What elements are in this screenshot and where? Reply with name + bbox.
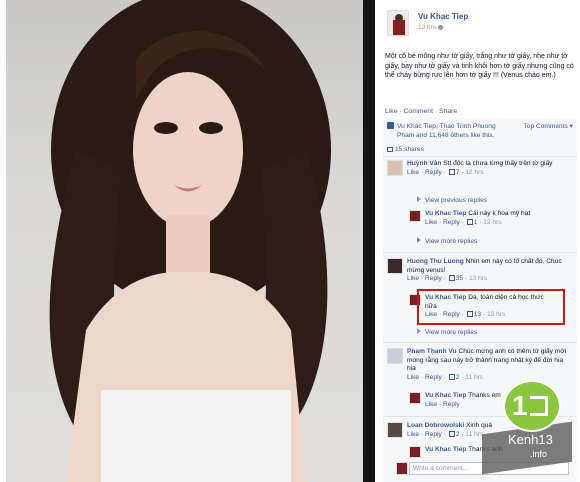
comment-text: Cái này k hoa mỹ hạt xyxy=(468,210,531,217)
write-comment-placeholder: Write a comment... xyxy=(413,465,469,472)
view-more-replies[interactable]: View more replies xyxy=(417,237,477,245)
comment-text: Thanks em xyxy=(468,392,501,399)
reply-arrow-icon xyxy=(417,237,421,243)
comment-time[interactable]: 12 hrs xyxy=(465,169,483,176)
watermark-logo-mark xyxy=(530,396,548,416)
post-actions: Like · Comment · Share xyxy=(385,108,458,115)
comment-reply-link[interactable]: Reply xyxy=(443,219,460,226)
comment-time[interactable]: 11 hrs xyxy=(465,374,483,381)
commenter-name[interactable]: Pham Thanh Vu xyxy=(407,348,457,355)
divider xyxy=(383,342,577,343)
commenter-avatar[interactable] xyxy=(387,160,403,176)
shares-text: 15 shares xyxy=(395,146,424,153)
woman-portrait-image xyxy=(49,0,331,482)
comment-like-link[interactable]: Like xyxy=(407,275,419,282)
commenter-name[interactable]: Huong Thu Luong xyxy=(407,258,464,265)
like-count: 1 xyxy=(473,218,478,226)
like-count-icon xyxy=(466,218,473,225)
like-count-icon xyxy=(448,275,455,282)
commenter-avatar[interactable] xyxy=(387,348,403,364)
share-link[interactable]: Share xyxy=(439,108,457,115)
commenter-name[interactable]: Huỳnh Vân xyxy=(407,160,441,167)
author-photo-icon xyxy=(388,11,408,35)
comment-text: Stt độc lạ chưa từng thấy trên tờ giấy xyxy=(443,160,553,167)
commenter-avatar[interactable] xyxy=(387,422,403,438)
commenter-name[interactable]: Vu Khac Tiep xyxy=(425,446,466,453)
screenshot: Vu Khac Tiep 13 hrs Một cô bé mông như t… xyxy=(0,0,580,482)
comment-like-link[interactable]: Like xyxy=(407,431,419,438)
comment-meta: Like · Reply xyxy=(425,400,460,408)
comment-like-link[interactable]: Like xyxy=(425,401,437,408)
view-more-text: View more replies xyxy=(425,329,478,336)
like-count-icon xyxy=(448,373,455,380)
watermark-logo-glyph: 1 xyxy=(512,390,528,421)
comment-time[interactable]: 12 hrs xyxy=(483,219,501,226)
comment-time[interactable]: 11 hrs xyxy=(465,431,483,438)
like-count-icon xyxy=(448,430,455,437)
divider xyxy=(383,252,577,253)
photo-divider xyxy=(363,0,375,482)
comment-text: Xinh quá xyxy=(466,422,493,429)
comment-meta: Like · Reply · 1 · 12 hrs xyxy=(425,218,502,226)
commenter-avatar[interactable] xyxy=(409,446,421,458)
current-user-avatar xyxy=(396,462,408,475)
divider xyxy=(383,156,577,157)
comment-like-link[interactable]: Like xyxy=(425,219,437,226)
privacy-globe-icon xyxy=(438,24,444,30)
comment-link[interactable]: Comment xyxy=(404,108,433,115)
comment-meta: Like · Reply · 35 · 13 hrs xyxy=(407,275,488,283)
shares-link[interactable]: 15 shares xyxy=(387,146,424,153)
like-link[interactable]: Like xyxy=(385,108,397,115)
share-icon xyxy=(387,147,393,152)
like-count: 2 xyxy=(455,373,460,381)
like-count: 7 xyxy=(455,168,460,176)
view-more-replies[interactable]: View more replies xyxy=(417,328,477,336)
like-count: 2 xyxy=(455,430,460,438)
comment-meta: Like · Reply · 2 · 11 hrs xyxy=(407,373,484,381)
view-previous-replies[interactable]: View previous replies xyxy=(417,196,487,204)
comment-reply-link[interactable]: Reply xyxy=(425,431,442,438)
commenter-avatar[interactable] xyxy=(409,392,421,404)
comment-time[interactable]: 13 hrs xyxy=(469,275,487,282)
highlight-box xyxy=(417,289,565,325)
like-count: 35 xyxy=(455,275,464,283)
like-thumb-icon xyxy=(387,122,394,129)
commenter-avatar[interactable] xyxy=(387,258,403,274)
like-count-icon xyxy=(448,168,455,175)
reply-arrow-icon xyxy=(417,328,421,334)
view-more-text: View more replies xyxy=(425,238,478,245)
commenter-name[interactable]: Vu Khac Tiep xyxy=(425,210,466,217)
watermark-sub: .info xyxy=(530,449,548,459)
top-comments-dropdown[interactable]: Top Comments ▾ xyxy=(524,122,573,130)
comment-like-link[interactable]: Like xyxy=(407,169,419,176)
comment-meta: Like · Reply · 7 · 12 hrs xyxy=(407,168,484,176)
view-previous-text: View previous replies xyxy=(425,197,488,204)
post-photo[interactable] xyxy=(6,0,363,482)
author-avatar[interactable] xyxy=(387,10,409,36)
comment-reply-link[interactable]: Reply xyxy=(425,169,442,176)
likes-text[interactable]: Vu Khac Tiep, Thao Trinh Phuong Pham and… xyxy=(397,122,507,140)
post-text: Một cô bé mông như tờ giấy, trắng như tờ… xyxy=(385,53,574,79)
commenter-name[interactable]: Loan Dobrowolski xyxy=(407,422,464,429)
comment-reply-link[interactable]: Reply xyxy=(425,275,442,282)
author-name[interactable]: Vu Khac Tiep xyxy=(418,12,468,21)
comment-reply-link[interactable]: Reply xyxy=(443,401,460,408)
reply-arrow-icon xyxy=(417,196,421,202)
comment-like-link[interactable]: Like xyxy=(407,374,419,381)
watermark-brand: Kenh13 xyxy=(508,432,553,447)
post-time[interactable]: 13 hrs xyxy=(418,24,444,31)
commenter-avatar[interactable] xyxy=(409,210,421,222)
post-time-text: 13 hrs xyxy=(418,24,437,31)
comment-reply-link[interactable]: Reply xyxy=(425,374,442,381)
commenter-name[interactable]: Vu Khac Tiep xyxy=(425,392,466,399)
